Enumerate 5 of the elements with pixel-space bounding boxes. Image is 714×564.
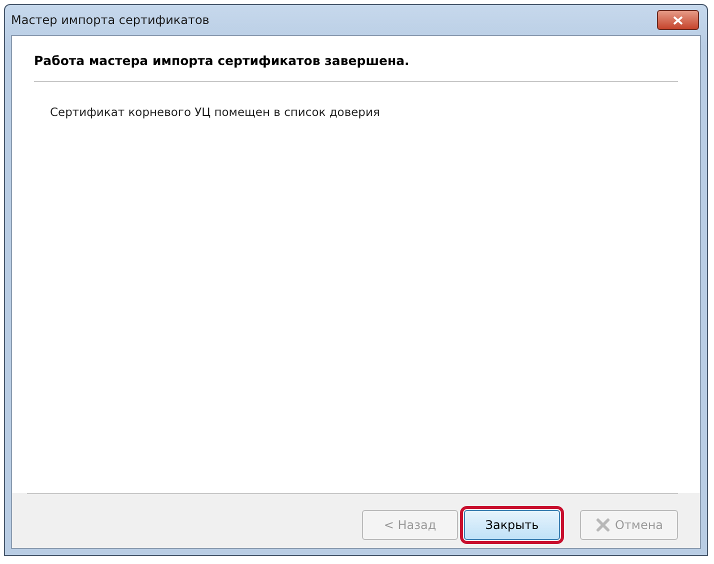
close-button[interactable] bbox=[657, 10, 699, 30]
window-title: Мастер импорта сертификатов bbox=[11, 13, 210, 27]
cancel-x-icon bbox=[594, 517, 611, 533]
close-icon bbox=[673, 16, 683, 24]
result-message: Сертификат корневого УЦ помещен в список доверия bbox=[50, 105, 380, 119]
